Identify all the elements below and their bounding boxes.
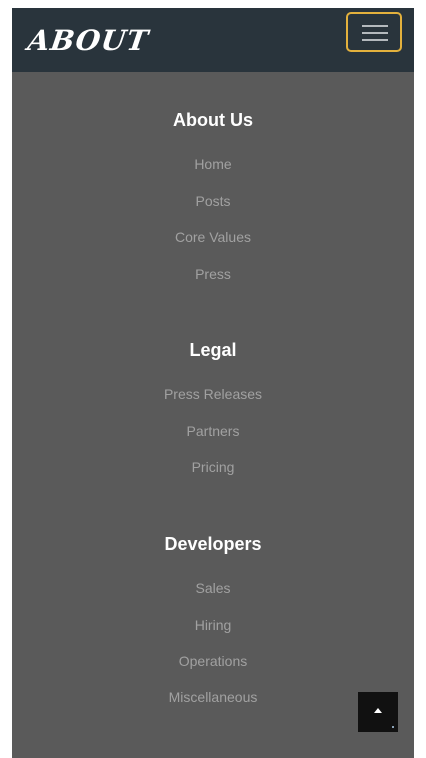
footer-link-pricing[interactable]: Pricing (12, 459, 414, 475)
footer-link-sales[interactable]: Sales (12, 580, 414, 596)
brand-logo[interactable]: ABOUT (25, 20, 151, 60)
section-title-developers: Developers (164, 534, 262, 554)
back-to-top-button[interactable] (358, 692, 398, 732)
section-title-about-us: About Us (173, 110, 253, 130)
footer-link-miscellaneous[interactable]: Miscellaneous (12, 689, 414, 705)
footer-link-press[interactable]: Press (12, 266, 414, 282)
footer-link-core-values[interactable]: Core Values (12, 229, 414, 245)
chevron-up-icon (374, 708, 382, 713)
hamburger-menu-icon (362, 25, 388, 27)
page-frame: ABOUT About Us Home Posts Core Values Pr… (12, 8, 414, 758)
footer-link-home[interactable]: Home (12, 156, 414, 172)
footer-link-operations[interactable]: Operations (12, 653, 414, 669)
menu-toggle-button[interactable] (346, 12, 402, 52)
navbar: ABOUT (12, 8, 414, 72)
footer-link-press-releases[interactable]: Press Releases (12, 386, 414, 402)
decorative-dot (392, 726, 394, 728)
footer-link-hiring[interactable]: Hiring (12, 617, 414, 633)
footer-link-partners[interactable]: Partners (12, 423, 414, 439)
hamburger-menu-icon-bar (362, 39, 388, 41)
hamburger-menu-icon-bar (362, 32, 388, 34)
section-title-legal: Legal (189, 340, 237, 360)
footer-link-posts[interactable]: Posts (12, 193, 414, 209)
